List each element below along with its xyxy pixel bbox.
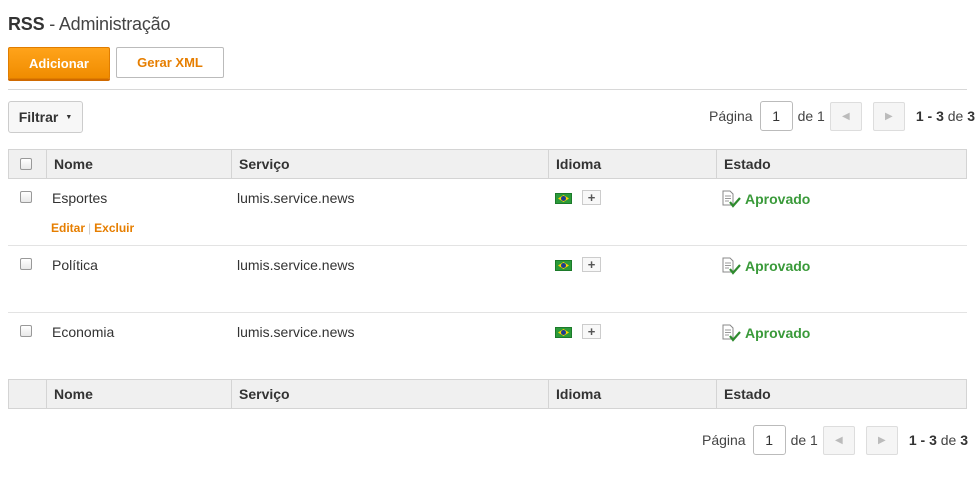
row-name: Esportes [52,190,108,206]
page-of-label: de 1 [790,432,818,448]
table-row: Economia lumis.service.news + Aprovado [8,313,967,380]
table-header: Nome Serviço Idioma Estado [8,149,967,179]
chevron-left-icon: ◀ [834,434,843,446]
chevron-right-icon: ▶ [877,434,886,446]
row-service: lumis.service.news [237,190,355,206]
filter-button[interactable]: Filtrar ▼ [8,101,83,133]
page-label: Página [702,432,746,448]
approved-document-icon [722,257,741,275]
row-service: lumis.service.news [237,324,355,340]
column-footer-service[interactable]: Serviço [231,380,548,408]
delete-link[interactable]: Excluir [94,221,134,235]
column-footer-language[interactable]: Idioma [548,380,716,408]
footer-select-cell [9,380,46,408]
range-value: 1 - 3 [908,432,937,448]
range-total: 3 [967,108,975,124]
column-header-language[interactable]: Idioma [548,150,716,178]
column-footer-status[interactable]: Estado [716,380,967,408]
status-badge: Aprovado [721,190,810,208]
range-value: 1 - 3 [915,108,944,124]
pager-top: Página 1 de 1 ◀ ▶ 1 - 3 de 3 [709,101,975,131]
chevron-right-icon: ▶ [884,110,893,122]
add-language-button[interactable]: + [582,257,601,272]
add-language-button[interactable]: + [582,324,601,339]
status-text: Aprovado [745,191,811,207]
filter-label: Filtrar [18,109,59,125]
status-badge: Aprovado [721,257,810,275]
caret-down-icon: ▼ [65,113,73,121]
row-name: Política [52,257,98,273]
page-label: Página [709,108,753,124]
prev-page-button[interactable]: ◀ [829,101,862,131]
action-separator: | [88,221,92,235]
status-text: Aprovado [745,258,811,274]
range-of: de [936,432,961,448]
status-badge: Aprovado [721,324,810,342]
column-header-service[interactable]: Serviço [231,150,548,178]
chevron-left-icon: ◀ [841,110,850,122]
range-text: 1 - 3 de 3 [909,432,968,448]
prev-page-button[interactable]: ◀ [822,425,855,455]
select-all-checkbox[interactable] [20,158,32,170]
range-total: 3 [960,432,969,448]
add-button[interactable]: Adicionar [8,47,110,79]
page-title-bold: RSS [8,14,45,34]
table-row: Política lumis.service.news + Aprovado [8,246,967,313]
next-page-button[interactable]: ▶ [872,101,905,131]
range-text: 1 - 3 de 3 [916,108,975,124]
status-text: Aprovado [745,325,811,341]
approved-document-icon [722,190,741,208]
row-name: Economia [52,324,115,340]
divider [8,89,967,90]
row-service: lumis.service.news [237,257,355,273]
page-input[interactable]: 1 [759,101,793,131]
row-checkbox[interactable] [20,191,32,203]
approved-document-icon [722,324,741,342]
page-title: RSS - Administração [8,14,170,35]
page-title-rest: - Administração [44,14,171,34]
generate-xml-button[interactable]: Gerar XML [116,47,224,78]
table-row: Esportes lumis.service.news + Aprovado E… [8,179,967,246]
page-input[interactable]: 1 [752,425,786,455]
column-header-status[interactable]: Estado [716,150,967,178]
row-checkbox[interactable] [20,258,32,270]
brazil-flag-icon[interactable] [555,327,572,338]
brazil-flag-icon[interactable] [555,260,572,271]
page-of-label: de 1 [797,108,825,124]
column-header-name[interactable]: Nome [46,150,231,178]
row-actions: Editar | Excluir [51,221,134,235]
column-footer-name[interactable]: Nome [46,380,231,408]
next-page-button[interactable]: ▶ [865,425,898,455]
select-all-cell [9,150,46,178]
row-checkbox[interactable] [20,325,32,337]
add-language-button[interactable]: + [582,190,601,205]
pager-bottom: Página 1 de 1 ◀ ▶ 1 - 3 de 3 [702,425,968,455]
range-of: de [943,108,968,124]
edit-link[interactable]: Editar [51,221,85,235]
brazil-flag-icon[interactable] [555,193,572,204]
table-footer: Nome Serviço Idioma Estado [8,379,967,409]
